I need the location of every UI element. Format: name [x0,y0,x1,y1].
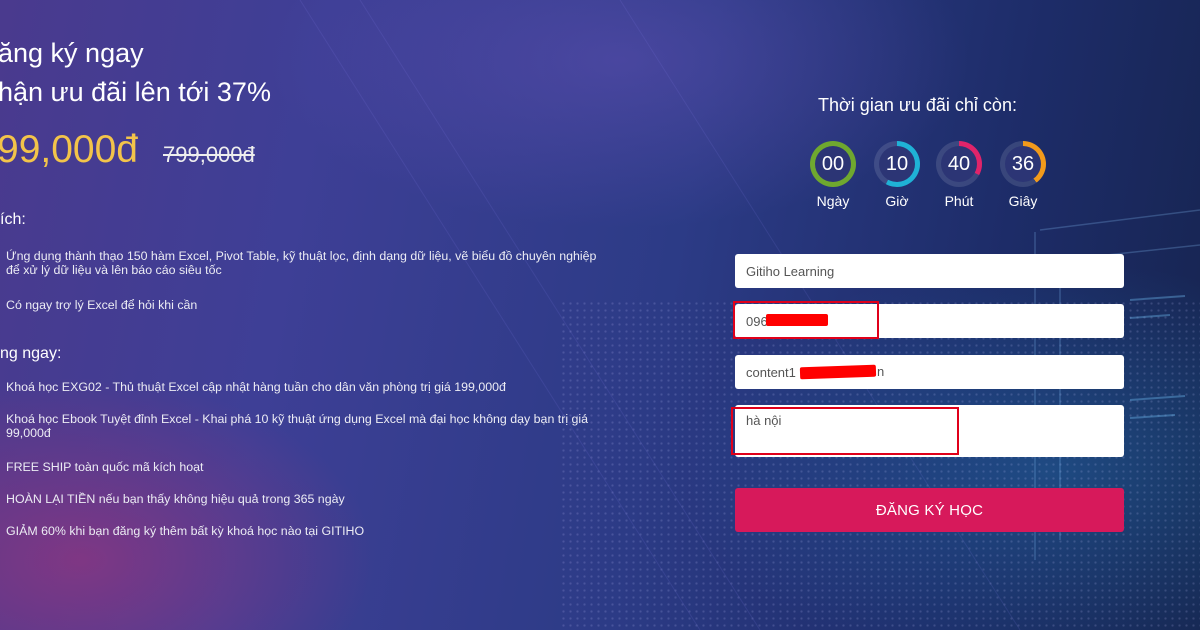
background-dot-pattern [560,300,1200,630]
countdown-ring: 40 [936,141,982,187]
benefit-item: Ứng dụng thành thạo 150 hàm Excel, Pivot… [6,249,597,277]
countdown-hours: 10 Giờ [871,141,923,209]
countdown-ring: 10 [874,141,920,187]
bonus-item: Khoá học EXG02 - Thủ thuật Excel cập nhậ… [6,380,506,394]
register-button[interactable]: ĐĂNG KÝ HỌC [735,488,1124,532]
bonus-item: Khoá học Ebook Tuyệt đỉnh Excel - Khai p… [6,412,589,440]
name-field[interactable] [735,254,1124,288]
countdown-label: Giây [1008,193,1038,209]
countdown-value: 40 [941,146,977,182]
bonus-item: GIẢM 60% khi bạn đăng ký thêm bất kỳ kho… [6,524,365,538]
benefits-title: ích: [0,211,26,228]
countdown-seconds: 36 Giây [997,141,1049,209]
benefit-item: Có ngay trợ lý Excel để hỏi khi cần [6,298,198,312]
countdown-ring: 00 [810,141,856,187]
countdown-label: Giờ [885,193,909,209]
bonuses-title: ng ngay: [0,345,62,362]
countdown-value: 36 [1005,146,1041,182]
promo-price: 99,000đ [0,128,138,171]
email-suffix-text: n [877,364,885,379]
countdown-ring: 36 [1000,141,1046,187]
countdown-value: 10 [879,146,915,182]
bonus-item: HOÀN LẠI TIỀN nếu bạn thấy không hiệu qu… [6,492,345,506]
phone-highlight-box [733,301,879,339]
email-field[interactable] [735,355,1124,389]
countdown-title: Thời gian ưu đãi chỉ còn: [818,95,1017,115]
countdown-label: Ngày [816,193,850,209]
address-highlight-box [731,407,959,455]
countdown-label: Phút [944,193,974,209]
bonus-item: FREE SHIP toàn quốc mã kích hoạt [6,460,204,474]
countdown-value: 00 [815,146,851,182]
promo-title-line1: ăng ký ngay [0,38,144,68]
promo-old-price: 799,000đ [163,142,255,167]
countdown-days: 00 Ngày [807,141,859,209]
countdown-minutes: 40 Phút [933,141,985,209]
promo-title-line2: hận ưu đãi lên tới 37% [0,77,271,107]
